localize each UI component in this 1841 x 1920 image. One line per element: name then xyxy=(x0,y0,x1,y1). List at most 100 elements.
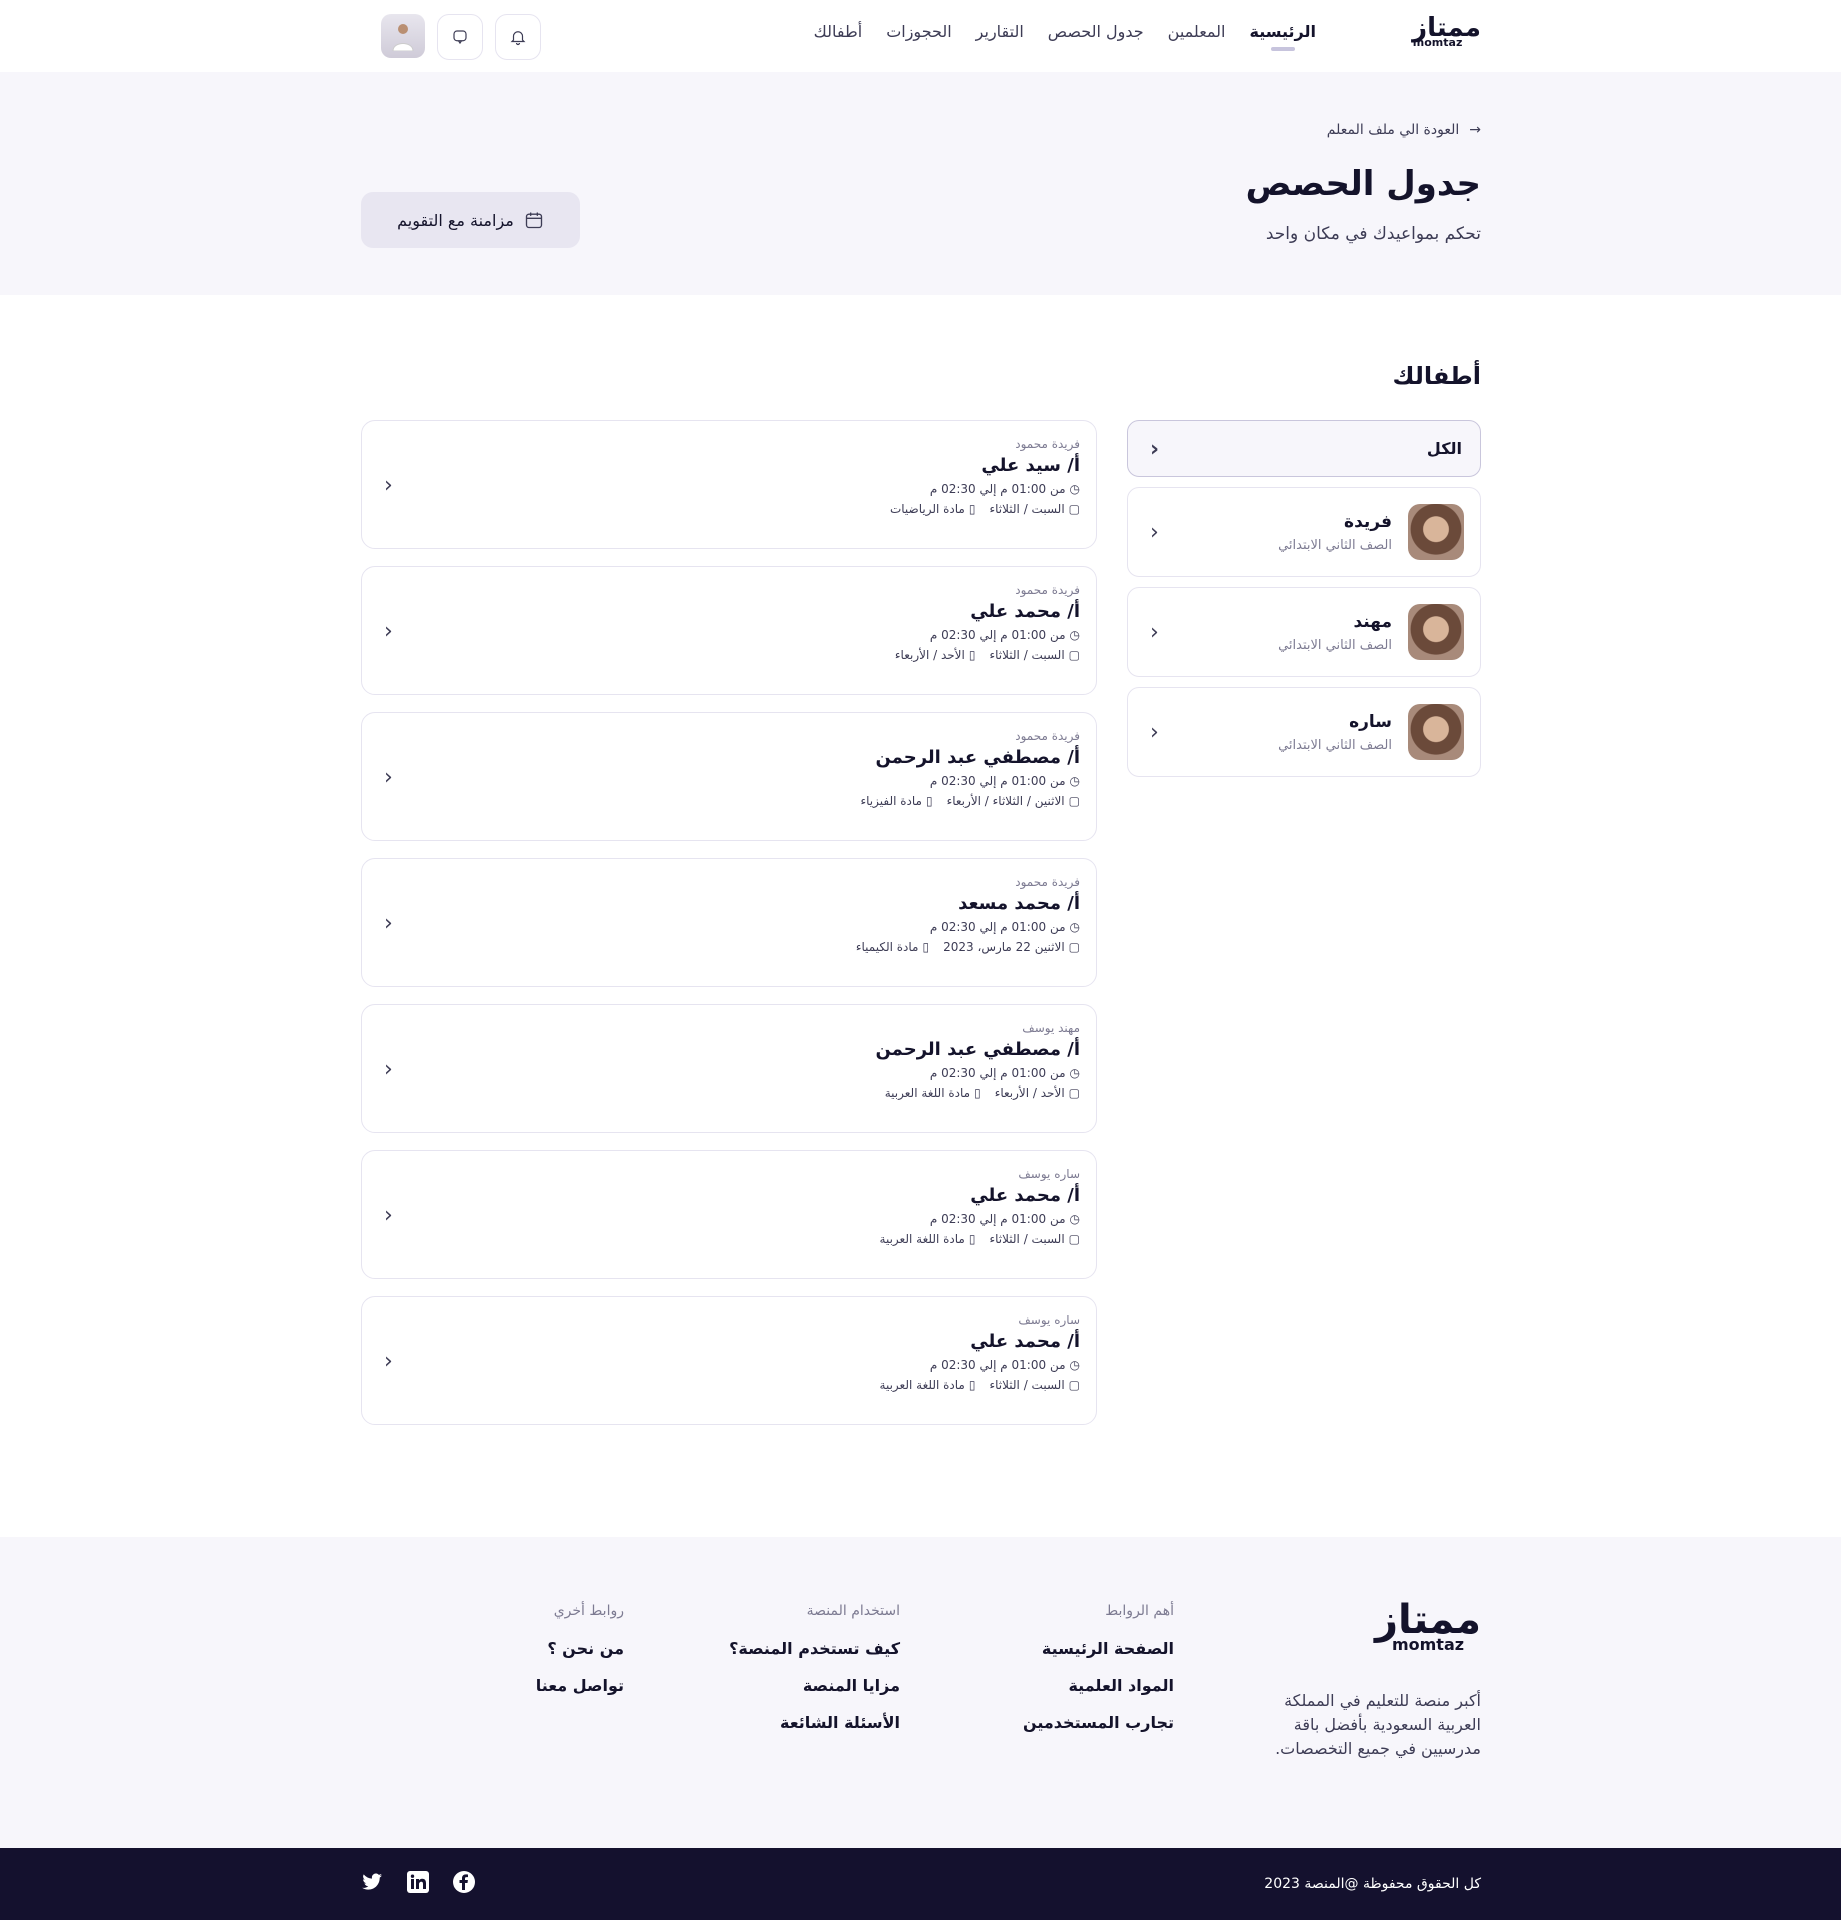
page-header: → العودة الي ملف المعلم جدول الحصص تحكم ب… xyxy=(0,72,1841,295)
teacher-name: أ/ محمد مسعد xyxy=(958,893,1080,914)
calendar-icon: ▢ xyxy=(1068,1232,1080,1246)
session-days: الاثنين / الثلاثاء / الأربعاء xyxy=(946,794,1065,808)
clock-icon: ◷ xyxy=(1069,1358,1080,1372)
teacher-name: أ/ سيد علي xyxy=(981,455,1080,476)
calendar-icon: ▢ xyxy=(1068,794,1080,808)
session-time: من 01:00 م إلي 02:30 م xyxy=(929,1212,1066,1226)
footer-column: أهم الروابط الصفحة الرئيسية المواد العلمية… xyxy=(1022,1603,1174,1732)
chevron-left-icon: ‹ xyxy=(1150,436,1160,462)
book-icon: ▯ xyxy=(968,502,976,516)
session-card[interactable]: ساره يوسف أ/ محمد علي ◷ من 01:00 م إلي 02… xyxy=(361,1150,1097,1279)
page-subtitle: تحكم بمواعيدك في مكان واحد xyxy=(1265,224,1481,244)
kid-name: فريدة محمود xyxy=(1015,583,1080,597)
calendar-icon: ▢ xyxy=(1068,1086,1080,1100)
teacher-name: أ/ مصطفي عبد الرحمن xyxy=(875,747,1080,768)
chevron-left-icon: ‹ xyxy=(384,472,393,498)
book-icon: ▯ xyxy=(968,1378,976,1392)
kid-name: ساره يوسف xyxy=(1018,1167,1080,1181)
footer-link[interactable]: تواصل معنا xyxy=(536,1676,624,1695)
copyright-bar: كل الحقوق محفوظة @المنصة 2023 xyxy=(0,1848,1841,1920)
main-menu: الرئيسية المعلمين جدول الحصص التقارير ال… xyxy=(814,22,1316,51)
session-card[interactable]: ساره يوسف أ/ محمد علي ◷ من 01:00 م إلي 02… xyxy=(361,1296,1097,1425)
nav-schedule[interactable]: جدول الحصص xyxy=(1048,22,1144,41)
session-days: الأحد / الأربعاء xyxy=(994,1086,1065,1100)
nav-bookings[interactable]: الحجوزات xyxy=(886,22,951,41)
nav-home[interactable]: الرئيسية xyxy=(1250,22,1316,51)
footer-column: روابط أخري من نحن ؟ تواصل معنا xyxy=(535,1603,624,1695)
session-card[interactable]: فريدة محمود أ/ محمد مسعد ◷ من 01:00 م إلي… xyxy=(361,858,1097,987)
session-time: من 01:00 م إلي 02:30 م xyxy=(929,920,1066,934)
social-links xyxy=(360,1870,476,1894)
footer-link[interactable]: كيف تستخدم المنصة؟ xyxy=(729,1639,900,1658)
book-icon: ▯ xyxy=(968,648,976,662)
book-icon: ▯ xyxy=(974,1086,981,1100)
chevron-left-icon: ‹ xyxy=(384,1348,393,1374)
session-time: من 01:00 م إلي 02:30 م xyxy=(929,482,1066,496)
sessions-list: فريدة محمود أ/ سيد علي ◷ من 01:00 م إلي 0… xyxy=(361,420,1097,1425)
chevron-left-icon: ‹ xyxy=(384,618,393,644)
kid-card[interactable]: ساره الصف الثاني الابتدائي ‹ xyxy=(1127,687,1481,777)
clock-icon: ◷ xyxy=(1069,774,1080,788)
nav-kids[interactable]: أطفالك xyxy=(814,22,863,41)
footer-link[interactable]: المواد العلمية xyxy=(1023,1676,1174,1695)
teacher-name: أ/ محمد علي xyxy=(970,1331,1080,1352)
session-subject: مادة اللغة العربية xyxy=(879,1378,965,1392)
calendar-icon: ▢ xyxy=(1068,1378,1080,1392)
footer-link[interactable]: تجارب المستخدمين xyxy=(1023,1713,1174,1732)
kid-photo xyxy=(1408,704,1464,760)
kid-name: مهند يوسف xyxy=(1022,1021,1080,1035)
footer: ممتاز momtaz أكبر منصة للتعليم في المملكة… xyxy=(0,1537,1841,1848)
clock-icon: ◷ xyxy=(1069,628,1080,642)
copyright: كل الحقوق محفوظة @المنصة 2023 xyxy=(1264,1876,1481,1892)
nav-teachers[interactable]: المعلمين xyxy=(1168,22,1226,41)
session-subject: الأحد / الأربعاء xyxy=(894,648,965,662)
bell-icon xyxy=(510,31,526,46)
teacher-name: أ/ محمد علي xyxy=(970,1185,1080,1206)
logo[interactable]: ممتاز momtaz xyxy=(1412,14,1481,49)
section-title: أطفالك xyxy=(1392,362,1481,390)
session-subject: مادة الكيمياء xyxy=(855,940,919,954)
arrow-right-icon: → xyxy=(1469,122,1481,138)
kid-card[interactable]: فريدة الصف الثاني الابتدائي ‹ xyxy=(1127,487,1481,577)
session-subject: مادة اللغة العربية xyxy=(884,1086,971,1100)
calendar-icon: ▢ xyxy=(1068,502,1080,516)
footer-link[interactable]: من نحن ؟ xyxy=(536,1639,624,1658)
notifications-button[interactable] xyxy=(495,14,541,60)
back-link[interactable]: → العودة الي ملف المعلم xyxy=(1327,122,1481,138)
session-card[interactable]: مهند يوسف أ/ مصطفي عبد الرحمن ◷ من 01:00 … xyxy=(361,1004,1097,1133)
footer-link[interactable]: الصفحة الرئيسية xyxy=(1023,1639,1174,1658)
linkedin-icon[interactable] xyxy=(406,1870,430,1894)
chevron-left-icon: ‹ xyxy=(1150,620,1159,645)
calendar-icon: ▢ xyxy=(1068,648,1080,662)
kid-name: فريدة محمود xyxy=(1015,729,1080,743)
session-subject: مادة الرياضيات xyxy=(889,502,965,516)
nav-reports[interactable]: التقارير xyxy=(976,22,1024,41)
footer-link[interactable]: الأسئلة الشائعة xyxy=(729,1713,900,1732)
session-time: من 01:00 م إلي 02:30 م xyxy=(929,774,1066,788)
session-card[interactable]: فريدة محمود أ/ سيد علي ◷ من 01:00 م إلي 0… xyxy=(361,420,1097,549)
book-icon: ▯ xyxy=(968,1232,976,1246)
session-card[interactable]: فريدة محمود أ/ مصطفي عبد الرحمن ◷ من 01:0… xyxy=(361,712,1097,841)
kid-photo xyxy=(1408,504,1464,560)
session-days: السبت / الثلاثاء xyxy=(989,502,1065,516)
user-avatar[interactable] xyxy=(381,14,425,58)
sync-calendar-button[interactable]: مزامنة مع التقويم xyxy=(361,192,580,248)
session-days: السبت / الثلاثاء xyxy=(989,1232,1065,1246)
footer-logo: ممتاز momtaz xyxy=(1375,1597,1481,1654)
clock-icon: ◷ xyxy=(1069,482,1080,496)
twitter-icon[interactable] xyxy=(360,1870,384,1894)
chevron-left-icon: ‹ xyxy=(1150,720,1159,745)
clock-icon: ◷ xyxy=(1069,1212,1080,1226)
kid-filter-all[interactable]: الكل ‹ xyxy=(1127,420,1481,477)
session-time: من 01:00 م إلي 02:30 م xyxy=(929,628,1066,642)
session-card[interactable]: فريدة محمود أ/ محمد علي ◷ من 01:00 م إلي … xyxy=(361,566,1097,695)
footer-link[interactable]: مزايا المنصة xyxy=(729,1676,900,1695)
book-icon: ▯ xyxy=(925,794,933,808)
session-days: السبت / الثلاثاء xyxy=(989,648,1065,662)
facebook-icon[interactable] xyxy=(452,1870,476,1894)
messages-button[interactable] xyxy=(437,14,483,60)
page-title: جدول الحصص xyxy=(1245,164,1481,204)
kid-card[interactable]: مهند الصف الثاني الابتدائي ‹ xyxy=(1127,587,1481,677)
user-icon xyxy=(392,24,414,51)
calendar-icon xyxy=(525,212,543,229)
